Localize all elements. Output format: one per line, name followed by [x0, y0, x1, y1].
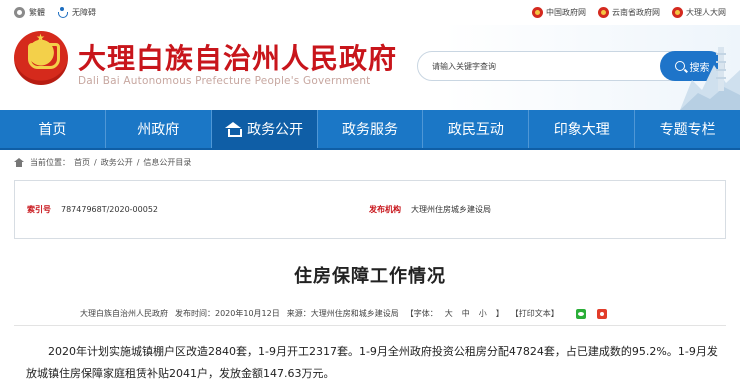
font-size-close: 】: [495, 309, 504, 318]
weibo-share-icon[interactable]: [596, 308, 607, 319]
font-size-large[interactable]: 大: [445, 308, 453, 319]
breadcrumb-separator: /: [94, 157, 97, 167]
publisher-value: 大理州住房城乡建设局: [411, 205, 491, 214]
top-right-links: 中国政府网 云南省政府网 大理人大网: [532, 7, 726, 18]
breadcrumb-info-catalog[interactable]: 信息公开目录: [143, 157, 191, 168]
publisher-field: 发布机构 大理州住房城乡建设局: [369, 204, 491, 215]
nav-government-affairs-open-label: 政务公开: [247, 122, 304, 138]
print-button[interactable]: 【打印文本】: [511, 308, 559, 319]
document-info-panel: 索引号 78747968T/2020-00052 发布机构 大理州住房城乡建设局: [14, 180, 726, 239]
nav-home-label: 首页: [38, 122, 67, 138]
nav-prefecture-government[interactable]: 州政府: [106, 110, 212, 148]
nav-impression-dali[interactable]: 印象大理: [529, 110, 636, 148]
pavilion-icon: [225, 122, 243, 137]
nav-impression-dali-label: 印象大理: [553, 122, 610, 138]
index-number-field: 索引号 78747968T/2020-00052: [27, 204, 158, 215]
accessibility-icon: [57, 7, 68, 18]
accessibility-label: 无障碍: [72, 8, 96, 17]
pagoda-scenery-decoration: [680, 47, 740, 110]
search-box: 搜索: [417, 51, 725, 81]
national-emblem-icon: [598, 7, 609, 18]
traditional-chinese-label: 繁體: [29, 8, 45, 17]
breadcrumb-government-affairs[interactable]: 政务公开: [101, 157, 133, 168]
font-size-medium[interactable]: 中: [462, 308, 470, 319]
article-meta: 大理白族自治州人民政府 发布时间：2020年10月12日 来源：大理州住房和城乡…: [80, 308, 680, 319]
meta-divider: [14, 325, 726, 326]
index-number-label: 索引号: [27, 205, 51, 214]
link-china-gov[interactable]: 中国政府网: [532, 7, 586, 18]
main-nav: 首页 州政府 政务公开 政务服务 政民互动 印象大理 专题专栏: [0, 110, 740, 150]
top-left-tools: 繁體 无障碍: [14, 7, 96, 18]
search-input[interactable]: [418, 52, 658, 80]
article-origin: 来源：大理州住房和城乡建设局: [286, 309, 399, 318]
language-icon: [14, 7, 25, 18]
home-icon: [14, 157, 24, 167]
accessibility-toggle[interactable]: 无障碍: [57, 7, 96, 18]
top-utility-bar: 繁體 无障碍 中国政府网 云南省政府网 大理人大网: [0, 0, 740, 25]
breadcrumb-separator: /: [136, 157, 140, 167]
breadcrumb-prefix: 当前位置：: [30, 157, 70, 167]
link-yunnan-gov-label: 云南省政府网: [612, 8, 660, 17]
article-source: 大理白族自治州人民政府: [80, 309, 168, 318]
national-emblem-logo: [14, 31, 68, 85]
font-size-label: 【字体：: [405, 309, 438, 318]
national-emblem-icon: [672, 7, 683, 18]
nav-government-services[interactable]: 政务服务: [318, 110, 424, 148]
nav-public-interaction[interactable]: 政民互动: [423, 110, 530, 148]
publisher-label: 发布机构: [369, 205, 401, 214]
wechat-share-icon[interactable]: [575, 308, 586, 319]
nav-government-services-label: 政务服务: [342, 122, 398, 138]
share-buttons: [575, 308, 614, 319]
link-china-gov-label: 中国政府网: [546, 8, 586, 17]
site-header: 大理白族自治州人民政府 Dali Bai Autonomous Prefectu…: [0, 25, 740, 110]
nav-prefecture-government-label: 州政府: [137, 122, 180, 138]
article-title: 住房保障工作情况: [294, 266, 446, 287]
breadcrumb: 当前位置： 首页 / 政务公开 / 信息公开目录: [0, 151, 740, 173]
link-yunnan-gov[interactable]: 云南省政府网: [598, 7, 660, 18]
site-title: 大理白族自治州人民政府: [78, 42, 398, 75]
font-size-small[interactable]: 小: [479, 308, 487, 319]
article-body: 2020年计划实施城镇棚户区改造2840套，1-9月开工2317套。1-9月全州…: [26, 345, 718, 380]
site-subtitle: Dali Bai Autonomous Prefecture People's …: [78, 75, 371, 87]
nav-government-affairs-open[interactable]: 政务公开: [211, 110, 318, 148]
article-date: 发布时间：2020年10月12日: [175, 309, 280, 318]
index-number-value: 78747968T/2020-00052: [61, 205, 158, 214]
link-dali-npc[interactable]: 大理人大网: [672, 7, 726, 18]
nav-public-interaction-label: 政民互动: [447, 122, 504, 138]
nav-home[interactable]: 首页: [0, 110, 106, 148]
national-emblem-icon: [532, 7, 543, 18]
traditional-chinese-toggle[interactable]: 繁體: [14, 7, 45, 18]
nav-special-topics-label: 专题专栏: [659, 122, 716, 138]
breadcrumb-home[interactable]: 首页: [74, 157, 90, 168]
link-dali-npc-label: 大理人大网: [686, 8, 726, 17]
nav-special-topics[interactable]: 专题专栏: [635, 110, 740, 148]
